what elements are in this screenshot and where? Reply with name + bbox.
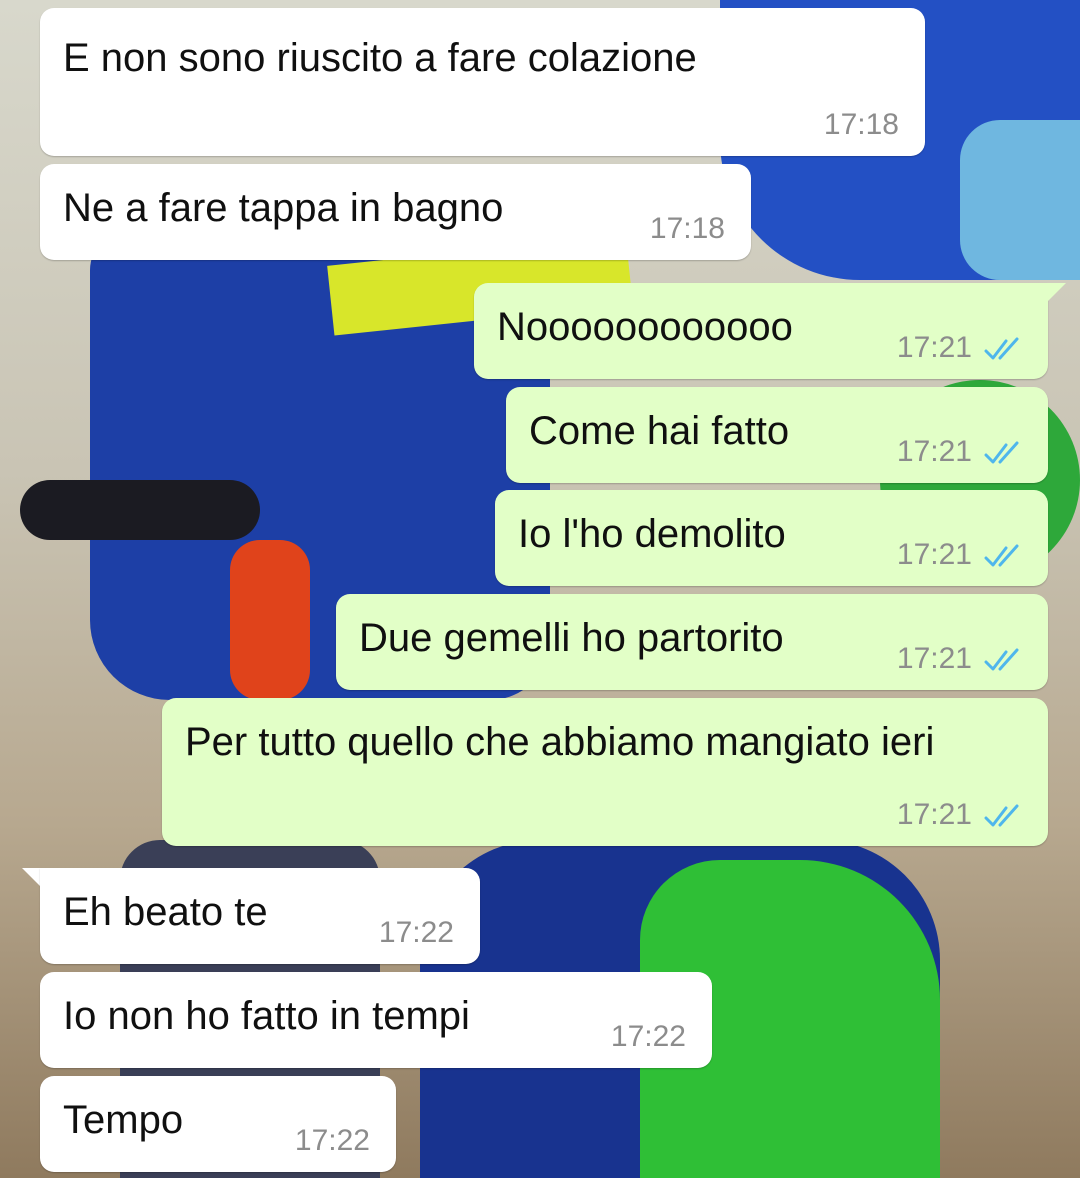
message-time: 17:18 — [649, 212, 725, 245]
message-text: Io l'ho demolito — [518, 512, 786, 556]
incoming-message[interactable]: Tempo 17:22 — [40, 1076, 396, 1172]
outgoing-message[interactable]: Come hai fatto 17:21 — [506, 387, 1048, 483]
message-text: Come hai fatto — [529, 409, 790, 453]
message-text: E non sono riuscito a fare colazione — [63, 36, 697, 80]
outgoing-message[interactable]: Due gemelli ho partorito 17:21 — [336, 594, 1048, 690]
message-time: 17:21 — [896, 642, 972, 675]
outgoing-message[interactable]: Io l'ho demolito 17:21 — [495, 490, 1048, 586]
outgoing-message[interactable]: Per tutto quello che abbiamo mangiato ie… — [162, 698, 1048, 846]
incoming-message[interactable]: Io non ho fatto in tempi 17:22 — [40, 972, 712, 1068]
incoming-message[interactable]: Eh beato te 17:22 — [40, 868, 480, 964]
message-list[interactable]: E non sono riuscito a fare colazione 17:… — [0, 0, 1080, 1178]
message-time: 17:21 — [896, 435, 972, 468]
incoming-message[interactable]: Ne a fare tappa in bagno 17:18 — [40, 164, 751, 260]
message-time: 17:22 — [378, 916, 454, 949]
outgoing-message[interactable]: Noooooooooooo 17:21 — [474, 283, 1048, 379]
message-text: Io non ho fatto in tempi — [63, 994, 470, 1038]
message-time: 17:22 — [610, 1020, 686, 1053]
message-text: Ne a fare tappa in bagno — [63, 186, 504, 230]
double-check-icon — [984, 337, 1019, 360]
message-text: Noooooooooooo — [497, 305, 793, 349]
bubble-tail — [1048, 283, 1066, 301]
message-text: Eh beato te — [63, 890, 268, 934]
message-text: Per tutto quello che abbiamo mangiato ie… — [185, 720, 935, 764]
double-check-icon — [984, 441, 1019, 464]
message-time: 17:21 — [896, 538, 972, 571]
bubble-tail — [22, 868, 40, 886]
double-check-icon — [984, 544, 1019, 567]
message-time: 17:22 — [294, 1124, 370, 1157]
message-text: Due gemelli ho partorito — [359, 616, 784, 660]
incoming-message[interactable]: E non sono riuscito a fare colazione 17:… — [40, 8, 925, 156]
double-check-icon — [984, 648, 1019, 671]
message-time: 17:21 — [896, 331, 972, 364]
message-time: 17:18 — [823, 108, 899, 141]
double-check-icon — [984, 804, 1019, 827]
message-time: 17:21 — [896, 798, 972, 831]
message-text: Tempo — [63, 1098, 184, 1142]
